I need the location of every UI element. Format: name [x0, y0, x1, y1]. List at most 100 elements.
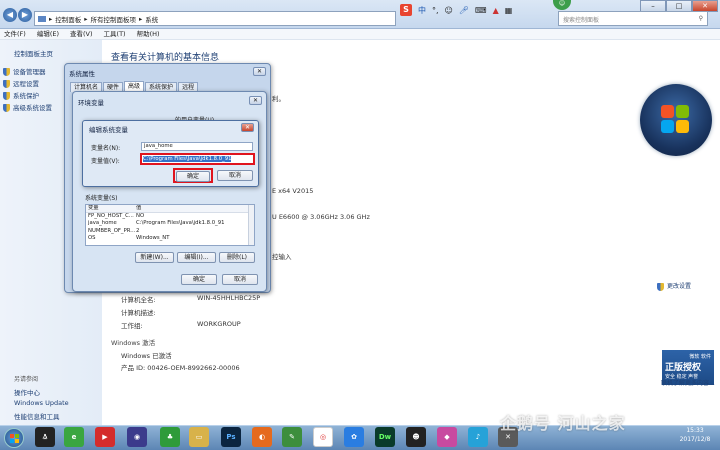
menu-view[interactable]: 查看(V)	[70, 29, 93, 39]
workgroup-label: 工作组:	[121, 322, 143, 330]
clock[interactable]: 15:33 2017/12/8	[672, 426, 718, 444]
ime-mode[interactable]: 中	[418, 5, 426, 16]
penguin-icon[interactable]: ☻	[406, 427, 426, 447]
var-value-field[interactable]: C:\Program Files\Java\jdk1.8.0_91	[140, 153, 255, 165]
sound-icon[interactable]: ♪	[468, 427, 488, 447]
keyboard-icon[interactable]: ⌨	[475, 6, 487, 15]
mic-icon[interactable]: 🎤︎	[459, 6, 469, 15]
see-also-action-center[interactable]: 操作中心	[14, 387, 40, 397]
tool-icon[interactable]: ✎	[282, 427, 302, 447]
var-value-text: C:\Program Files\Java\jdk1.8.0_91	[143, 156, 232, 162]
breadcrumb-all-items[interactable]: 所有控制面板项	[91, 14, 137, 24]
see-also-windows-update[interactable]: Windows Update	[14, 399, 69, 407]
breadcrumb-system[interactable]: 系统	[145, 14, 158, 24]
menu-bar: 文件(F) 编辑(E) 查看(V) 工具(T) 帮助(H)	[0, 29, 720, 40]
sidebar-item-advanced[interactable]: 高级系统设置	[3, 102, 52, 112]
genuine-mid: 正版授权	[665, 363, 702, 373]
baidu-icon[interactable]: ✿	[344, 427, 364, 447]
activation-status: Windows 已激活	[121, 352, 172, 360]
sidebar-home-link[interactable]: 控制面板主页	[14, 48, 53, 58]
activation-title: Windows 激活	[111, 339, 156, 347]
ok-button[interactable]: 确定	[176, 171, 210, 182]
video-icon[interactable]: ▶	[95, 427, 115, 447]
computer-name-label: 计算机全名:	[121, 296, 156, 304]
dialog-title: 编辑系统变量	[89, 126, 128, 134]
system-vars-label: 系统变量(S)	[85, 195, 118, 202]
menu-edit[interactable]: 编辑(E)	[37, 29, 59, 39]
chrome-icon[interactable]: ◎	[313, 427, 333, 447]
game-icon[interactable]: ♣	[160, 427, 180, 447]
delete-var-button[interactable]: 删除(L)	[219, 252, 255, 263]
close-icon[interactable]: ✕	[249, 96, 262, 105]
list-item[interactable]: java_home C:\Program Files\Java\jdk1.8.0_…	[86, 220, 254, 228]
genuine-link[interactable]: 联机了解更多内容...	[661, 378, 715, 387]
processor-text: U E6600 @ 3.06GHz 3.06 GHz	[272, 213, 370, 221]
search-input[interactable]: 搜索控制面板 ⚲	[558, 11, 708, 26]
qq-icon[interactable]: 🐧︎	[35, 427, 55, 447]
forward-button[interactable]: ▶	[18, 8, 32, 22]
genuine-top: 微软 软件	[689, 354, 711, 360]
clock-time: 15:33	[686, 427, 704, 434]
disc-icon[interactable]: ◉	[127, 427, 147, 447]
dreamweaver-icon[interactable]: Dw	[375, 427, 395, 447]
see-also-title: 另请参阅	[14, 376, 39, 383]
emoji-icon[interactable]: ☺	[445, 6, 453, 15]
sidebar-item-device-manager[interactable]: 设备管理器	[3, 66, 46, 76]
ime-punct[interactable]: °,	[432, 6, 439, 15]
shirt-icon[interactable]: ▲	[493, 6, 499, 15]
grid-icon[interactable]: ▦	[505, 6, 513, 15]
var-name-label: 变量名(N):	[91, 145, 121, 152]
watermark: 企鹅号 河山之家	[500, 414, 626, 433]
360-icon[interactable]: e	[64, 427, 84, 447]
list-item[interactable]: FP_NO_HOST_C... NO	[86, 213, 254, 221]
ok-highlight: 确定	[173, 168, 213, 183]
product-id: 产品 ID: 00426-OEM-8992662-00006	[121, 364, 240, 372]
start-button[interactable]	[0, 426, 30, 450]
breadcrumb-control-panel[interactable]: 控制面板	[55, 14, 81, 24]
menu-file[interactable]: 文件(F)	[4, 29, 26, 39]
sidebar-item-remote[interactable]: 远程设置	[3, 78, 39, 88]
address-input[interactable]: ▸ 控制面板 ▸ 所有控制面板项 ▸ 系统	[34, 11, 396, 26]
menu-tools[interactable]: 工具(T)	[104, 29, 126, 39]
folder-icon[interactable]: ▭	[189, 427, 209, 447]
workgroup-value: WORKGROUP	[197, 320, 241, 328]
change-settings-link[interactable]: 更改设置	[657, 281, 691, 291]
menu-help[interactable]: 帮助(H)	[137, 29, 160, 39]
clock-date: 2017/12/8	[679, 436, 711, 443]
shield-icon	[3, 68, 10, 76]
breadcrumb-separator: ▸	[139, 14, 143, 23]
close-icon[interactable]: ✕	[253, 67, 266, 76]
sogou-icon[interactable]: S	[400, 4, 412, 16]
close-icon[interactable]: ✕	[241, 123, 254, 132]
shield-icon	[3, 104, 10, 112]
breadcrumb-separator: ▸	[84, 14, 88, 23]
edition-text: E x64 V2015	[272, 187, 314, 195]
breadcrumb-separator: ▸	[49, 14, 53, 23]
edit-var-button[interactable]: 编辑(I)...	[177, 252, 216, 263]
copyright-text: 利。	[272, 95, 285, 103]
shield-icon	[3, 92, 10, 100]
var-value-label: 变量值(V):	[91, 158, 120, 165]
see-also-performance[interactable]: 性能信息和工具	[14, 411, 60, 421]
back-button[interactable]: ◀	[3, 8, 17, 22]
list-header: 变量 值	[86, 205, 254, 213]
search-icon: ⚲	[698, 15, 703, 22]
dialog-title: 环境变量	[78, 99, 104, 107]
var-name-field[interactable]: java_home	[141, 142, 253, 151]
new-var-button[interactable]: 新建(W)...	[135, 252, 174, 263]
list-item[interactable]: NUMBER_OF_PR... 2	[86, 228, 254, 236]
cancel-button[interactable]: 取消	[217, 170, 253, 181]
cancel-button[interactable]: 取消	[222, 274, 258, 285]
firefox-icon[interactable]: ◐	[252, 427, 272, 447]
photoshop-icon[interactable]: Ps	[221, 427, 241, 447]
column-value[interactable]: 值	[136, 205, 254, 212]
dialog-title: 系统属性	[69, 70, 95, 78]
list-item[interactable]: OS Windows_NT	[86, 235, 254, 243]
browser-icon[interactable]: ◆	[437, 427, 457, 447]
shield-icon	[3, 80, 10, 88]
sidebar-item-protection[interactable]: 系统保护	[3, 90, 39, 100]
ok-button[interactable]: 确定	[181, 274, 217, 285]
system-vars-list[interactable]: 变量 值 FP_NO_HOST_C... NO java_home C:\Progr…	[85, 204, 255, 246]
scrollbar[interactable]	[248, 205, 254, 245]
column-variable[interactable]: 变量	[86, 205, 136, 212]
